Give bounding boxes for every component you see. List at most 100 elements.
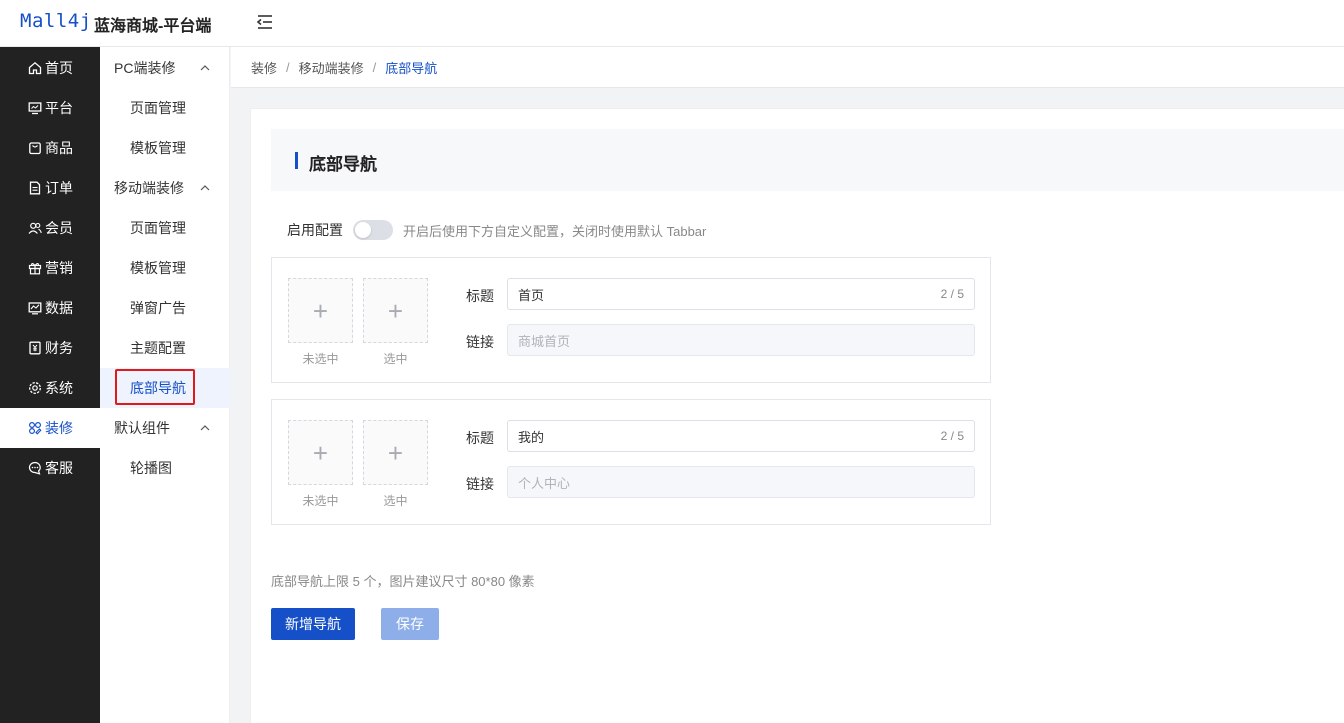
gift-icon: [28, 261, 42, 275]
logo: Mall4j: [20, 10, 92, 32]
selected-icon-upload[interactable]: +: [363, 420, 428, 485]
plus-icon: +: [312, 437, 329, 468]
breadcrumb-current: 底部导航: [385, 60, 438, 76]
chevron-up-icon: [200, 425, 210, 431]
sidebar-item-label: 客服: [45, 460, 73, 476]
subitem-mobile-page-manage[interactable]: 页面管理: [100, 208, 230, 248]
chevron-up-icon: [200, 185, 210, 191]
subitem-pc-template-manage[interactable]: 模板管理: [100, 128, 230, 168]
link-input-placeholder: 个人中心: [518, 475, 571, 491]
enable-config-row: 启用配置 开启后使用下方自定义配置，关闭时使用默认 Tabbar: [287, 219, 706, 241]
subgroup-pc-decoration[interactable]: PC端装修: [100, 48, 230, 88]
finance-icon: [28, 341, 42, 355]
sidebar-item-home[interactable]: 首页: [0, 48, 100, 88]
title-accent-bar: [295, 152, 298, 169]
subgroup-label: 默认组件: [114, 420, 170, 436]
main-sidebar: 首页 平台 商品 订单 会员 营销 数据 财务 系统 装修 客服: [0, 47, 100, 723]
sidebar-item-orders[interactable]: 订单: [0, 168, 100, 208]
page-title: 底部导航: [309, 155, 377, 174]
sidebar-item-label: 平台: [45, 100, 73, 116]
link-input[interactable]: 个人中心: [507, 466, 975, 498]
breadcrumb-item[interactable]: 装修: [251, 58, 277, 77]
subitem-pc-page-manage[interactable]: 页面管理: [100, 88, 230, 128]
switch-knob: [355, 222, 371, 238]
subgroup-mobile-decoration[interactable]: 移动端装修: [100, 168, 230, 208]
sidebar-item-label: 营销: [45, 260, 73, 276]
breadcrumb-separator: /: [372, 59, 377, 75]
char-counter: 2 / 5: [940, 287, 964, 301]
breadcrumb-separator: /: [286, 59, 290, 75]
link-field-label: 链接: [466, 476, 494, 492]
nav-item-card: + 未选中 + 选中 标题 我的 2 / 5 链接 个人中心: [271, 399, 991, 525]
enable-config-switch[interactable]: [353, 220, 393, 240]
sidebar-item-label: 订单: [45, 180, 73, 196]
sidebar-item-label: 财务: [45, 340, 73, 356]
sidebar-item-label: 系统: [45, 380, 73, 396]
title-input[interactable]: 我的 2 / 5: [507, 420, 975, 452]
breadcrumb: 装修 / 移动端装修 / 底部导航: [231, 47, 1344, 88]
save-button[interactable]: 保存: [381, 608, 439, 640]
decoration-icon: [28, 421, 42, 435]
sidebar-item-products[interactable]: 商品: [0, 128, 100, 168]
subgroup-label: PC端装修: [114, 60, 176, 76]
selected-label: 选中: [383, 494, 408, 508]
unselected-icon-upload[interactable]: +: [288, 278, 353, 343]
sidebar-item-data[interactable]: 数据: [0, 288, 100, 328]
chat-icon: [28, 461, 42, 475]
subitem-carousel[interactable]: 轮播图: [100, 448, 230, 488]
unselected-icon-upload[interactable]: +: [288, 420, 353, 485]
sidebar-item-label: 会员: [45, 220, 73, 236]
menu-collapse-icon[interactable]: [255, 12, 275, 32]
nav-item-card: + 未选中 + 选中 标题 首页 2 / 5 链接 商城首页: [271, 257, 991, 383]
sidebar-item-label: 首页: [45, 60, 73, 76]
unselected-label: 未选中: [302, 494, 339, 508]
char-counter: 2 / 5: [940, 429, 964, 443]
monitor-icon: [28, 101, 42, 115]
top-header: Mall4j 蓝海商城-平台端: [0, 0, 1344, 47]
subitem-bottom-nav[interactable]: 底部导航: [100, 368, 230, 408]
home-icon: [28, 61, 42, 75]
breadcrumb-item[interactable]: 移动端装修: [299, 58, 364, 77]
content-card: 底部导航 启用配置 开启后使用下方自定义配置，关闭时使用默认 Tabbar + …: [250, 108, 1344, 723]
sidebar-item-label: 商品: [45, 140, 73, 156]
title-input[interactable]: 首页 2 / 5: [507, 278, 975, 310]
sidebar-item-platform[interactable]: 平台: [0, 88, 100, 128]
enable-config-label: 启用配置: [287, 222, 343, 238]
plus-icon: +: [387, 295, 404, 326]
unselected-label: 未选中: [302, 352, 339, 366]
selected-label: 选中: [383, 352, 408, 366]
sidebar-item-label: 数据: [45, 300, 73, 316]
sidebar-item-system[interactable]: 系统: [0, 368, 100, 408]
title-field-label: 标题: [466, 430, 494, 446]
nav-limit-hint: 底部导航上限 5 个，图片建议尺寸 80*80 像素: [271, 574, 535, 589]
sidebar-item-members[interactable]: 会员: [0, 208, 100, 248]
section-header: 底部导航: [271, 129, 1344, 191]
title-field-label: 标题: [466, 288, 494, 304]
plus-icon: +: [387, 437, 404, 468]
document-icon: [28, 181, 42, 195]
chevron-up-icon: [200, 65, 210, 71]
subitem-theme-config[interactable]: 主题配置: [100, 328, 230, 368]
link-input[interactable]: 商城首页: [507, 324, 975, 356]
add-nav-button[interactable]: 新增导航: [271, 608, 355, 640]
sidebar-item-service[interactable]: 客服: [0, 448, 100, 488]
link-input-placeholder: 商城首页: [518, 333, 571, 349]
title-input-value: 我的: [518, 429, 545, 445]
users-icon: [28, 221, 42, 235]
gear-icon: [28, 381, 42, 395]
sidebar-item-finance[interactable]: 财务: [0, 328, 100, 368]
sidebar-item-marketing[interactable]: 营销: [0, 248, 100, 288]
enable-config-hint: 开启后使用下方自定义配置，关闭时使用默认 Tabbar: [403, 223, 707, 239]
title-input-value: 首页: [518, 287, 545, 303]
subgroup-default-components[interactable]: 默认组件: [100, 408, 230, 448]
bag-icon: [28, 141, 42, 155]
sub-sidebar: PC端装修 页面管理 模板管理 移动端装修 页面管理 模板管理 弹窗广告 主题配…: [100, 47, 230, 723]
subitem-popup-ads[interactable]: 弹窗广告: [100, 288, 230, 328]
selected-icon-upload[interactable]: +: [363, 278, 428, 343]
chart-icon: [28, 301, 42, 315]
sidebar-item-decoration[interactable]: 装修: [0, 408, 100, 448]
link-field-label: 链接: [466, 334, 494, 350]
subgroup-label: 移动端装修: [114, 180, 184, 196]
sidebar-item-label: 装修: [45, 420, 73, 436]
subitem-mobile-template-manage[interactable]: 模板管理: [100, 248, 230, 288]
